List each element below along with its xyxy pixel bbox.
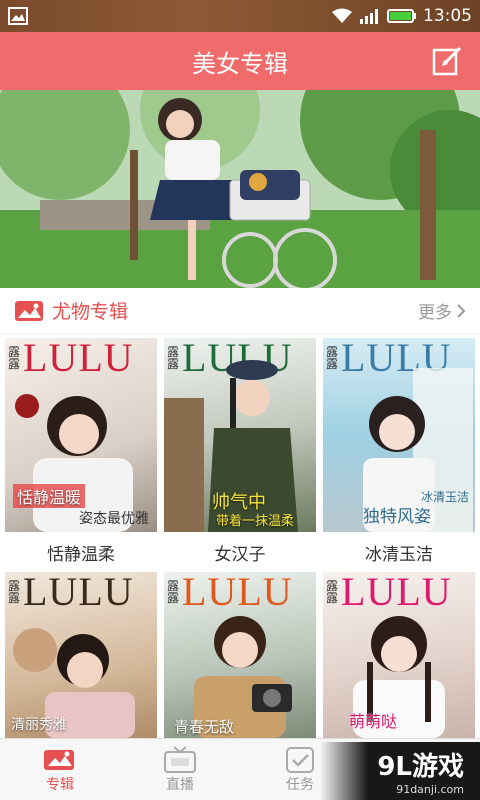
tv-icon: [164, 745, 196, 773]
album-section-icon: [15, 300, 43, 321]
watermark: 9L游戏 91danji.com: [320, 742, 480, 800]
album-cover: 露露 LULU 帅气中 带着一抹温柔: [164, 338, 316, 532]
album-card[interactable]: 露露 LULU 恬静温暖 姿态最优雅 恬静温柔: [5, 338, 157, 572]
status-time: 13:05: [423, 6, 472, 26]
section-header: 尤物专辑 更多: [0, 288, 480, 334]
cover-badge: 萌萌哒: [349, 712, 398, 731]
tab-label: 直播: [166, 776, 194, 793]
watermark-brand: 9L游戏: [377, 752, 464, 782]
album-card[interactable]: 露露 LULU 清丽秀雅: [5, 572, 157, 738]
cover-subbadge: 姿态最优雅: [79, 511, 149, 527]
album-caption: 恬静温柔: [47, 544, 115, 565]
battery-icon: [387, 9, 416, 23]
album-cover: 露露 LULU 清丽秀雅: [5, 572, 157, 738]
album-card[interactable]: 露露 LULU 独特风姿 冰清玉洁 冰清玉洁: [323, 338, 475, 572]
tab-live[interactable]: 直播: [120, 739, 240, 800]
album-cover: 露露 LULU 萌萌哒: [323, 572, 475, 738]
gallery-notification-icon: [8, 7, 28, 25]
page-title: 美女专辑: [192, 49, 288, 78]
app-bar: 美女专辑: [0, 32, 480, 90]
cover-subbadge: 冰清玉洁: [420, 490, 469, 504]
cover-subbadge: 带着一抹温柔: [216, 514, 295, 529]
wifi-icon: [332, 8, 352, 23]
section-title: 尤物专辑: [52, 301, 129, 323]
banner-image: [0, 90, 480, 288]
more-label: 更多: [418, 303, 452, 323]
cover-badge: 青春无敌: [174, 718, 235, 736]
watermark-url: 91danji.com: [396, 783, 464, 796]
album-cover: 露露 LULU 恬静温暖 姿态最优雅: [5, 338, 157, 532]
tab-label: 任务: [286, 776, 314, 793]
cover-badge: 独特风姿: [363, 507, 431, 527]
album-caption: 女汉子: [214, 544, 266, 565]
hero-banner[interactable]: [0, 90, 480, 288]
cover-badge: 清丽秀雅: [11, 717, 67, 733]
tab-label: 专辑: [46, 776, 74, 793]
chevron-right-icon: [457, 303, 466, 318]
album-card[interactable]: 露露 LULU 青春无敌: [164, 572, 316, 738]
task-icon: [286, 746, 314, 773]
album-caption: 冰清玉洁: [365, 544, 433, 565]
signal-icon: [360, 9, 378, 24]
album-cover: 露露 LULU 独特风姿 冰清玉洁: [323, 338, 475, 532]
album-icon: [44, 749, 74, 770]
tab-album[interactable]: 专辑: [0, 739, 120, 800]
more-link[interactable]: 更多: [418, 298, 466, 323]
album-cover: 露露 LULU 青春无敌: [164, 572, 316, 738]
album-card[interactable]: 露露 LULU 帅气中 带着一抹温柔 女汉子: [164, 338, 316, 572]
cover-badge: 恬静温暖: [13, 484, 86, 508]
status-bar: 13:05: [0, 0, 480, 32]
edit-icon[interactable]: [430, 44, 464, 78]
album-card[interactable]: 露露 LULU 萌萌哒: [323, 572, 475, 738]
